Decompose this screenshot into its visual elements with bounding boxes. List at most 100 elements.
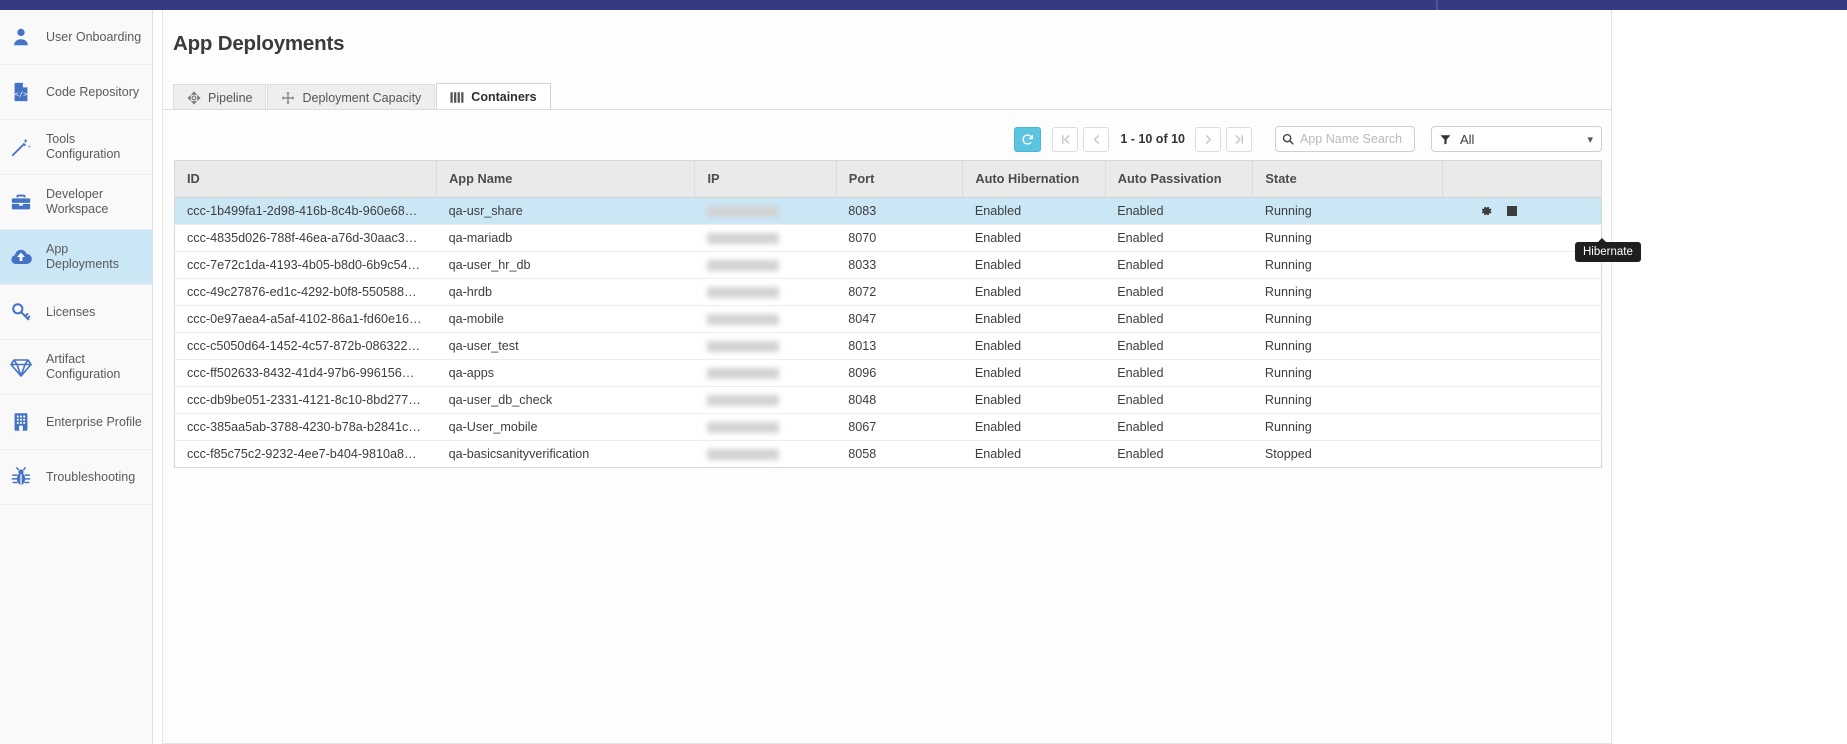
table-row[interactable]: ccc-0e97aea4-a5af-4102-86a1-fd60e16…qa-m… xyxy=(175,305,1601,332)
column-header-auto-passivation[interactable]: Auto Passivation xyxy=(1105,161,1253,197)
sidebar-item-label: App Deployments xyxy=(46,242,142,272)
cell-auto-passivation: Enabled xyxy=(1105,197,1253,224)
sidebar-item-troubleshooting[interactable]: Troubleshooting xyxy=(0,450,152,505)
cell-auto-hibernation: Enabled xyxy=(963,440,1105,467)
search-input[interactable] xyxy=(1300,132,1408,146)
cell-id: ccc-1b499fa1-2d98-416b-8c4b-960e68… xyxy=(175,197,437,224)
table-row[interactable]: ccc-f85c75c2-9232-4ee7-b404-9810a8…qa-ba… xyxy=(175,440,1601,467)
top-bar-divider xyxy=(1436,0,1438,10)
cell-port: 8083 xyxy=(836,197,963,224)
sidebar-item-label: Developer Workspace xyxy=(46,187,142,217)
cell-auto-passivation: Enabled xyxy=(1105,413,1253,440)
column-header-port[interactable]: Port xyxy=(836,161,963,197)
cell-auto-hibernation: Enabled xyxy=(963,359,1105,386)
cell-state: Running xyxy=(1253,386,1443,413)
cell-id: ccc-c5050d64-1452-4c57-872b-086322… xyxy=(175,332,437,359)
hibernate-tooltip: Hibernate xyxy=(1575,242,1641,262)
table-row[interactable]: ccc-ff502633-8432-41d4-97b6-996156…qa-ap… xyxy=(175,359,1601,386)
table-row[interactable]: ccc-c5050d64-1452-4c57-872b-086322…qa-us… xyxy=(175,332,1601,359)
user-icon xyxy=(8,24,34,50)
redacted-ip xyxy=(707,341,779,352)
sidebar-item-licenses[interactable]: Licenses xyxy=(0,285,152,340)
next-page-button[interactable] xyxy=(1195,127,1221,152)
cell-auto-hibernation: Enabled xyxy=(963,386,1105,413)
cell-id: ccc-0e97aea4-a5af-4102-86a1-fd60e16… xyxy=(175,305,437,332)
redacted-ip xyxy=(707,449,779,460)
table-row[interactable]: ccc-1b499fa1-2d98-416b-8c4b-960e68…qa-us… xyxy=(175,197,1601,224)
redacted-ip xyxy=(707,422,779,433)
table-row[interactable]: ccc-7e72c1da-4193-4b05-b8d0-6b9c54…qa-us… xyxy=(175,251,1601,278)
first-page-icon xyxy=(1060,134,1071,145)
cell-state: Running xyxy=(1253,359,1443,386)
tab-pipeline[interactable]: Pipeline xyxy=(173,84,266,110)
cell-ip xyxy=(695,251,836,278)
cell-port: 8048 xyxy=(836,386,963,413)
hibernate-button[interactable] xyxy=(1507,206,1517,216)
cell-id: ccc-49c27876-ed1c-4292-b0f8-550588… xyxy=(175,278,437,305)
chevron-left-icon xyxy=(1091,134,1102,145)
cell-port: 8033 xyxy=(836,251,963,278)
cell-auto-hibernation: Enabled xyxy=(963,332,1105,359)
redacted-ip xyxy=(707,287,779,298)
tab-containers[interactable]: Containers xyxy=(436,83,550,110)
cell-app-name: qa-User_mobile xyxy=(437,413,695,440)
cell-auto-passivation: Enabled xyxy=(1105,251,1253,278)
sidebar-item-tools-configuration[interactable]: Tools Configuration xyxy=(0,120,152,175)
column-header-state[interactable]: State xyxy=(1253,161,1443,197)
cell-port: 8047 xyxy=(836,305,963,332)
cell-app-name: qa-user_hr_db xyxy=(437,251,695,278)
cell-state: Stopped xyxy=(1253,440,1443,467)
last-page-icon xyxy=(1234,134,1245,145)
state-filter-dropdown[interactable]: All ▾ xyxy=(1431,126,1602,152)
chevron-right-icon xyxy=(1203,134,1214,145)
table-row[interactable]: ccc-49c27876-ed1c-4292-b0f8-550588…qa-hr… xyxy=(175,278,1601,305)
sidebar-item-enterprise-profile[interactable]: Enterprise Profile xyxy=(0,395,152,450)
cell-actions xyxy=(1443,305,1601,332)
settings-button[interactable] xyxy=(1479,204,1493,218)
refresh-button[interactable] xyxy=(1014,127,1041,152)
bug-icon xyxy=(8,464,34,490)
tab-deployment-capacity[interactable]: Deployment Capacity xyxy=(267,84,435,110)
tab-baseline xyxy=(163,109,1612,110)
key-icon xyxy=(8,299,34,325)
column-header-ip[interactable]: IP xyxy=(695,161,836,197)
cell-ip xyxy=(695,278,836,305)
table-row[interactable]: ccc-385aa5ab-3788-4230-b78a-b2841c…qa-Us… xyxy=(175,413,1601,440)
cell-app-name: qa-user_test xyxy=(437,332,695,359)
redacted-ip xyxy=(707,314,779,325)
cell-ip xyxy=(695,386,836,413)
last-page-button[interactable] xyxy=(1226,127,1252,152)
prev-page-button[interactable] xyxy=(1083,127,1109,152)
search-box[interactable] xyxy=(1275,126,1415,152)
table-toolbar: 1 - 10 of 10 xyxy=(173,120,1602,158)
cell-auto-hibernation: Enabled xyxy=(963,197,1105,224)
cell-actions xyxy=(1443,413,1601,440)
column-header-actions[interactable] xyxy=(1443,161,1601,197)
table-row[interactable]: ccc-db9be051-2331-4121-8c10-8bd277…qa-us… xyxy=(175,386,1601,413)
sidebar-item-label: User Onboarding xyxy=(46,30,141,45)
redacted-ip xyxy=(707,233,779,244)
columns-icon xyxy=(450,91,464,104)
top-bar xyxy=(0,0,1847,10)
sidebar-item-code-repository[interactable]: </>Code Repository xyxy=(0,65,152,120)
sidebar-item-app-deployments[interactable]: App Deployments xyxy=(0,230,152,285)
cell-auto-hibernation: Enabled xyxy=(963,413,1105,440)
tab-label: Pipeline xyxy=(208,91,252,105)
column-header-app-name[interactable]: App Name xyxy=(437,161,695,197)
column-header-auto-hibernation[interactable]: Auto Hibernation xyxy=(963,161,1105,197)
page-title: App Deployments xyxy=(173,32,344,56)
sidebar-item-developer-workspace[interactable]: Developer Workspace xyxy=(0,175,152,230)
cell-app-name: qa-mariadb xyxy=(437,224,695,251)
table-head: IDApp NameIPPortAuto HibernationAuto Pas… xyxy=(175,161,1601,197)
table-row[interactable]: ccc-4835d026-788f-46ea-a76d-30aac3…qa-ma… xyxy=(175,224,1601,251)
cell-auto-passivation: Enabled xyxy=(1105,224,1253,251)
cell-state: Running xyxy=(1253,251,1443,278)
search-icon xyxy=(1282,133,1294,145)
cell-auto-passivation: Enabled xyxy=(1105,278,1253,305)
column-header-id[interactable]: ID xyxy=(175,161,437,197)
sidebar-item-user-onboarding[interactable]: User Onboarding xyxy=(0,10,152,65)
first-page-button[interactable] xyxy=(1052,127,1078,152)
briefcase-icon xyxy=(8,189,34,215)
sidebar-item-artifact-configuration[interactable]: Artifact Configuration xyxy=(0,340,152,395)
tab-label: Containers xyxy=(471,90,536,104)
